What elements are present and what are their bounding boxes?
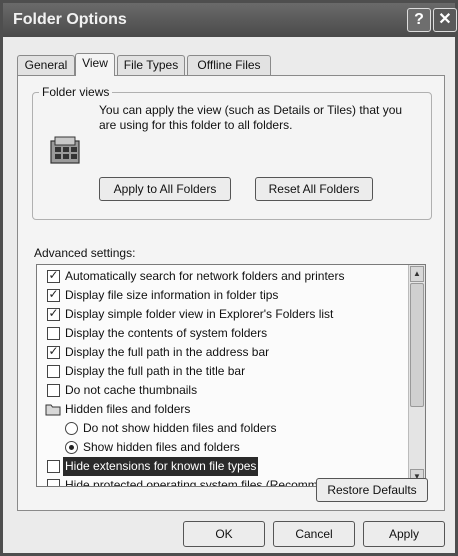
dialog-body: General View File Types Offline Files Fo… [3, 37, 455, 553]
checkmark-icon: ✓ [48, 306, 59, 320]
reset-all-folders-button[interactable]: Reset All Folders [255, 177, 373, 201]
ok-button[interactable]: OK [183, 521, 265, 547]
scroll-up-icon[interactable]: ▲ [410, 266, 424, 282]
view-tab-panel: Folder views You can apply the view (suc… [17, 75, 445, 511]
checkmark-icon: ✓ [48, 287, 59, 301]
folder-icon [45, 404, 61, 416]
checkbox[interactable]: ✓ [47, 306, 60, 321]
tab-offline-files[interactable]: Offline Files [187, 55, 271, 75]
list-item-label: Do not show hidden files and folders [83, 421, 277, 435]
checkbox[interactable]: ✓ [47, 344, 60, 359]
checkbox[interactable] [47, 384, 60, 397]
tab-general[interactable]: General [17, 55, 75, 75]
close-button[interactable]: ✕ [433, 8, 457, 32]
checkbox[interactable] [47, 327, 60, 340]
radio-button[interactable] [65, 422, 78, 435]
apply-to-all-folders-button[interactable]: Apply to All Folders [99, 177, 231, 201]
list-item-label: Show hidden files and folders [83, 440, 240, 454]
folder-views-legend: Folder views [39, 85, 113, 99]
folder-views-description: You can apply the view (such as Details … [99, 103, 403, 132]
list-item-label: Display the full path in the address bar [65, 345, 270, 359]
list-item-label: Hidden files and folders [65, 402, 191, 416]
list-item-label: Automatically search for network folders… [65, 269, 345, 283]
list-item-label: Display simple folder view in Explorer's… [65, 307, 334, 321]
list-item-label: Display the contents of system folders [65, 326, 268, 340]
title-bar[interactable]: Folder Options ? ✕ [3, 3, 457, 37]
radio-button[interactable] [65, 441, 78, 454]
advanced-settings-label: Advanced settings: [34, 246, 136, 260]
window-title: Folder Options [13, 11, 127, 28]
checkbox[interactable]: ✓ [47, 268, 60, 283]
list-item-label: Display file size information in folder … [65, 288, 279, 302]
list-item-label: Display the full path in the title bar [65, 364, 246, 378]
tab-view[interactable]: View [75, 53, 115, 76]
checkbox[interactable] [47, 460, 60, 473]
radio-selected-dot [69, 445, 74, 450]
advanced-settings-list[interactable]: ✓ Automatically search for network folde… [36, 264, 426, 487]
list-item-label: Hide extensions for known file types [63, 457, 259, 476]
list-item-label: Do not cache thumbnails [65, 383, 198, 397]
folder-options-dialog: Folder Options ? ✕ General View File Typ… [0, 0, 458, 556]
restore-defaults-button[interactable]: Restore Defaults [316, 478, 428, 502]
apply-button[interactable]: Apply [363, 521, 445, 547]
checkmark-icon: ✓ [48, 268, 59, 282]
scrollbar-thumb[interactable] [410, 283, 424, 407]
list-item-label: Hide protected operating system files (R… [65, 478, 356, 487]
vertical-scrollbar[interactable]: ▲ ▼ [408, 265, 425, 486]
help-button[interactable]: ? [407, 8, 431, 32]
folder-views-icon [50, 136, 80, 164]
folder-views-group: Folder views You can apply the view (suc… [32, 85, 432, 220]
cancel-button[interactable]: Cancel [273, 521, 355, 547]
checkmark-icon: ✓ [48, 344, 59, 358]
checkbox[interactable] [47, 479, 60, 486]
checkbox[interactable]: ✓ [47, 287, 60, 302]
tab-file-types[interactable]: File Types [117, 55, 185, 75]
checkbox[interactable] [47, 365, 60, 378]
